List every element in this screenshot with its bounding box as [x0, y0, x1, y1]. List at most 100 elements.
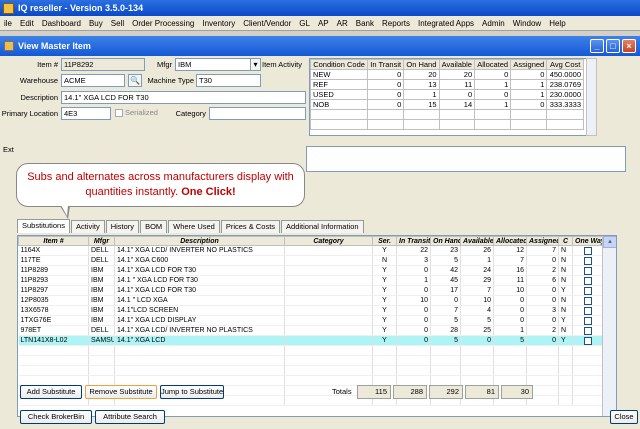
subs-col-header[interactable]: Category [284, 236, 373, 246]
condition-table-scrollbar[interactable] [586, 58, 597, 136]
one-way-checkbox[interactable] [572, 335, 604, 346]
one-way-checkbox[interactable] [572, 315, 604, 326]
condition-col-header[interactable]: Allocated [474, 59, 512, 70]
tab-activity[interactable]: Activity [70, 220, 105, 233]
one-way-checkbox[interactable] [572, 255, 604, 266]
one-way-checkbox[interactable] [572, 305, 604, 316]
menu-item[interactable]: Integrated Apps [414, 19, 478, 28]
condition-row[interactable]: NEW 0 20 20 0 0 450.0000 [310, 69, 584, 80]
menu-item[interactable]: AP [314, 19, 333, 28]
close-window-button[interactable]: × [622, 39, 636, 53]
mfgr-select[interactable]: IBM [175, 58, 261, 71]
table-row[interactable]: 978ET DELL 14.1" XGA LCD/ INVERTER NO PLAS… [18, 325, 604, 336]
table-row[interactable]: 12P8035 IBM 14.1 " LCD XGA Y 10 0 10 0 0 N [18, 295, 604, 306]
table-row[interactable]: 1164X DELL 14.1" XGA LCD/ INVERTER NO PLAS… [18, 245, 604, 256]
condition-row[interactable]: NOB 0 15 14 1 0 333.3333 [310, 99, 584, 110]
menu-item[interactable]: Edit [16, 19, 38, 28]
menu-item[interactable]: Help [545, 19, 569, 28]
view-master-item-window: View Master Item _ □ × Item # 11P8292 Mf… [0, 36, 640, 429]
tab-bom[interactable]: BOM [140, 220, 168, 233]
menu-item[interactable]: Admin [478, 19, 509, 28]
close-button[interactable]: Close [610, 410, 638, 424]
condition-col-header[interactable]: In Transit [367, 59, 405, 70]
one-way-checkbox[interactable] [572, 285, 604, 296]
menu-item[interactable]: Window [509, 19, 545, 28]
one-way-checkbox[interactable] [572, 265, 604, 276]
jump-to-substitute-button[interactable]: Jump to Substitute [160, 385, 224, 399]
table-row[interactable]: LTN141X8-L02SAMSUN14.1" XGA LCDY05050Y [18, 335, 604, 346]
menu-item[interactable]: Sell [107, 19, 128, 28]
menu-item[interactable]: AR [333, 19, 352, 28]
subs-col-header[interactable]: One Way [572, 236, 604, 246]
condition-row[interactable]: USED 0 1 0 0 1 230.0000 [310, 89, 584, 100]
primary-location-field[interactable]: 4E3 [61, 107, 111, 120]
subs-col-header[interactable]: Description [114, 236, 285, 246]
table-cell: 0 [493, 315, 527, 326]
tab-where-used[interactable]: Where Used [168, 220, 220, 233]
condition-table-panel: Condition Code In Transit On Hand Available… [309, 58, 597, 136]
warehouse-search-icon[interactable]: 🔍 [128, 74, 142, 87]
one-way-checkbox[interactable] [572, 245, 604, 256]
item-number-field[interactable]: 11P8292 [61, 58, 145, 71]
mfgr-dropdown-icon[interactable]: ▾ [250, 58, 261, 71]
subs-col-header[interactable]: Mfgr [88, 236, 115, 246]
table-cell: 0 [493, 305, 527, 316]
subs-col-header[interactable]: Assigned [526, 236, 559, 246]
tab-prices-costs[interactable]: Prices & Costs [220, 220, 281, 233]
one-way-checkbox[interactable] [572, 325, 604, 336]
add-substitute-button[interactable]: Add Substitute [20, 385, 82, 399]
attribute-search-button[interactable]: Attribute Search [95, 410, 165, 424]
tab-substitutions[interactable]: Substitutions [17, 219, 70, 233]
check-brokerbin-button[interactable]: Check BrokerBin [20, 410, 92, 424]
scroll-up-icon[interactable]: ▲ [603, 236, 616, 248]
menu-item[interactable]: Reports [378, 19, 414, 28]
remove-substitute-button[interactable]: Remove Substitute [85, 385, 157, 399]
machine-type-field[interactable]: T30 [196, 74, 261, 87]
table-row[interactable]: 117TE DELL 14.1" XGA C600 N 3 5 1 7 0 N [18, 255, 604, 266]
table-cell: 14.1" XGA LCD DISPLAY [114, 315, 285, 326]
table-row[interactable]: 11P8289 IBM 14.1" XGA LCD FOR T30 Y 0 42 24 16 2… [18, 265, 604, 276]
warehouse-field[interactable]: ACME [61, 74, 125, 87]
table-row[interactable]: 1TXG76E IBM 14.1" XGA LCD DISPLAY Y 0 5 5 0 0 Y [18, 315, 604, 326]
maximize-button[interactable]: □ [606, 39, 620, 53]
condition-col-header[interactable]: Condition Code [310, 59, 369, 70]
table-row[interactable]: 13X6578 IBM 14.1"LCD SCREEN Y 0 7 4 0 3 N [18, 305, 604, 316]
checkbox-icon [115, 108, 123, 117]
menu-item[interactable]: GL [295, 19, 314, 28]
condition-col-header[interactable]: On Hand [403, 59, 440, 70]
category-field[interactable] [209, 107, 306, 120]
condition-col-header[interactable]: Assigned [510, 59, 548, 70]
condition-row[interactable]: REF 0 13 11 1 1 238.0769 [310, 79, 584, 90]
subs-col-header[interactable]: In Transit [396, 236, 431, 246]
menu-item[interactable]: Order Processing [128, 19, 198, 28]
menu-item[interactable]: Inventory [198, 19, 239, 28]
table-cell [284, 245, 373, 256]
serialized-checkbox[interactable]: Serialized [115, 108, 158, 117]
table-row[interactable]: 11P8293 IBM 14.1 " XGA LCD FOR T30 Y 1 45 29 11… [18, 275, 604, 286]
menu-item[interactable]: Client/Vendor [239, 19, 295, 28]
warehouse-label: Warehouse [19, 76, 58, 85]
subs-col-header[interactable]: Item # [18, 236, 89, 246]
menu-item[interactable]: Bank [352, 19, 378, 28]
table-cell: DELL [88, 245, 115, 256]
description-field[interactable]: 14.1" XGA LCD FOR T30 [61, 91, 306, 104]
condition-col-header[interactable]: Available [438, 59, 476, 70]
subs-col-header[interactable]: C [558, 236, 573, 246]
tab-history[interactable]: History [105, 220, 140, 233]
one-way-checkbox[interactable] [572, 295, 604, 306]
menu-item[interactable]: ile [0, 19, 16, 28]
subs-col-header[interactable]: Ser. [372, 236, 397, 246]
subs-col-header[interactable]: Allocated [493, 236, 527, 246]
ext-description-area[interactable] [306, 146, 626, 172]
minimize-button[interactable]: _ [590, 39, 604, 53]
tab-additional-information[interactable]: Additional Information [281, 220, 364, 233]
condition-col-header[interactable]: Avg Cost [546, 59, 584, 70]
table-row[interactable]: 11P8297 IBM 14.1" XGA LCD FOR T30 Y 0 17 7 10 0 Y [18, 285, 604, 296]
subs-col-header[interactable]: On Hand [430, 236, 461, 246]
menu-item[interactable]: Buy [85, 19, 107, 28]
subs-col-header[interactable]: Available [460, 236, 494, 246]
app-logo-icon [3, 2, 14, 14]
menu-item[interactable]: Dashboard [38, 19, 85, 28]
grid-scrollbar[interactable]: ▲ [602, 236, 616, 416]
one-way-checkbox[interactable] [572, 275, 604, 286]
